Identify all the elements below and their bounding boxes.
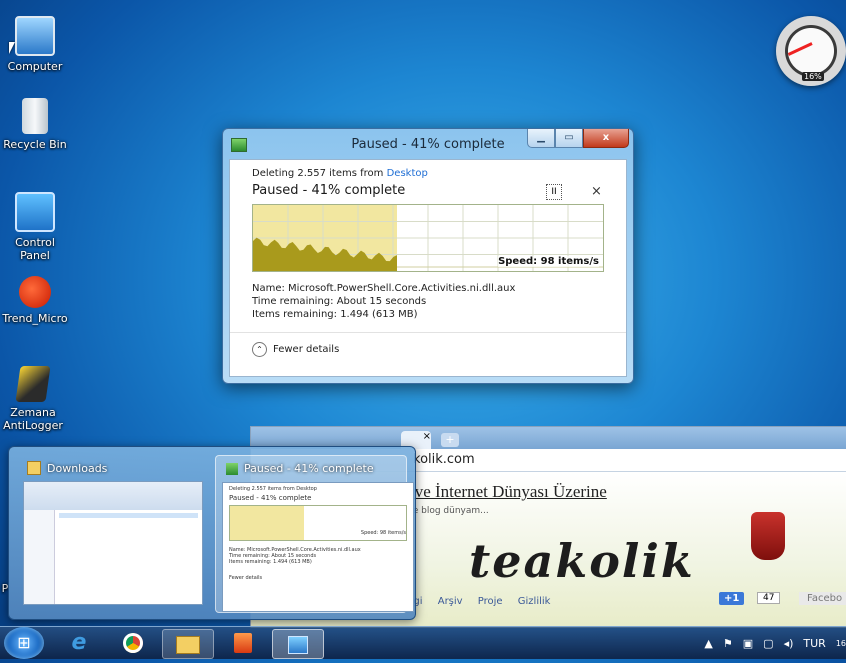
speed-label: Speed: 98 items/s — [498, 256, 599, 267]
new-tab-button[interactable]: + — [441, 433, 459, 447]
desktop-icon-recycle-bin[interactable]: Recycle Bin — [0, 98, 70, 151]
zemana-icon — [15, 366, 51, 402]
google-plus-one-button[interactable]: +1 — [719, 592, 745, 605]
plus-one-count: 47 — [757, 592, 781, 604]
cancel-operation-button[interactable]: × — [591, 184, 602, 199]
file-list-preview — [55, 510, 202, 604]
source-link[interactable]: Desktop — [387, 168, 428, 179]
details-block: Name: Microsoft.PowerShell.Core.Activiti… — [252, 282, 515, 321]
taskbar-chrome[interactable] — [108, 629, 158, 657]
trend-micro-icon — [234, 633, 252, 653]
file-name-line: Name: Microsoft.PowerShell.Core.Activiti… — [252, 283, 516, 294]
dialog-titlebar[interactable]: Paused - 41% complete ▁ ▭ x — [223, 129, 633, 159]
desktop-icon-control-panel[interactable]: Control Panel — [0, 188, 70, 262]
maximize-button[interactable]: ▭ — [555, 129, 583, 148]
action-center-flag-icon[interactable]: ⚑ — [723, 637, 733, 650]
speed-graph: Speed: 98 items/s — [252, 204, 604, 272]
site-logo[interactable]: teakolik — [469, 534, 695, 588]
clock[interactable]: 16 — [836, 639, 846, 648]
divider — [230, 332, 626, 333]
ribbon-preview — [24, 482, 202, 510]
items-remaining-line: Items remaining: 1.494 (613 MB) — [252, 309, 418, 320]
fewer-details-label: Fewer details — [273, 344, 340, 355]
site-nav: Bilgi Arşiv Proje Gizlilik — [401, 596, 562, 607]
show-hidden-icons-chevron-icon[interactable]: ▲ — [704, 637, 712, 650]
desktop-icon-trend-micro[interactable]: Trend_Micro — [0, 276, 70, 325]
folder-icon — [176, 636, 200, 654]
windows-logo-icon: ⊞ — [17, 633, 31, 652]
mini-items: Items remaining: 1.494 (613 MB) — [229, 559, 312, 565]
chevron-up-icon: ⌃ — [252, 342, 267, 357]
internet-explorer-icon: e — [71, 630, 87, 655]
thumbnail-label: Downloads — [47, 461, 108, 475]
taskbar: ⊞ e ▲ ⚑ ▣ ▢ ◂) TUR 16 — [0, 626, 846, 659]
trend-micro-icon — [19, 276, 51, 308]
taskbar-explorer[interactable] — [162, 629, 214, 659]
list-item — [59, 513, 198, 518]
thumbnail-title: Downloads — [27, 461, 107, 475]
fewer-details-button[interactable]: ⌃ Fewer details — [252, 342, 339, 357]
taskbar-trend-micro[interactable] — [218, 629, 268, 657]
tab-close-icon[interactable]: × — [423, 431, 431, 442]
desktop-icon-label: Recycle Bin — [3, 138, 67, 151]
pause-resume-button[interactable]: II — [546, 184, 562, 200]
nav-link[interactable]: Arşiv — [438, 596, 463, 607]
mini-speed: Speed: 98 items/s — [360, 530, 406, 536]
list-item — [59, 521, 198, 526]
thumbnail-title: Paused - 41% complete — [226, 462, 374, 475]
explorer-preview — [23, 481, 203, 605]
nav-pane-preview — [24, 510, 55, 604]
file-operation-icon — [226, 462, 238, 475]
progress-preview: Deleting 2.557 items from Desktop Paused… — [222, 482, 414, 612]
volume-icon[interactable]: ◂) — [784, 637, 794, 650]
operation-status: Paused - 41% complete — [252, 183, 406, 198]
desktop-icon-label: Zemana AntiLogger — [3, 406, 63, 432]
deleting-text: Deleting 2.557 items from — [252, 168, 384, 179]
desktop-icon-label: Control Panel — [15, 236, 55, 262]
facebook-button[interactable]: Facebo — [799, 592, 846, 605]
taskbar-thumbnail-preview: Downloads Paused - 41% complete Deleting… — [8, 446, 416, 620]
desktop-icon-label: Computer — [7, 60, 63, 73]
mini-status: Paused - 41% complete — [229, 494, 312, 502]
computer-icon — [15, 16, 55, 56]
folder-icon — [27, 461, 41, 475]
tea-glass-image — [751, 512, 785, 560]
taskbar-progress-window[interactable] — [272, 629, 324, 659]
mini-graph: Speed: 98 items/s — [229, 505, 407, 541]
taskbar-internet-explorer[interactable]: e — [54, 629, 104, 657]
delete-progress-dialog[interactable]: Paused - 41% complete ▁ ▭ x Deleting 2.5… — [222, 128, 634, 384]
gauge-needle — [787, 42, 813, 56]
time-remaining-line: Time remaining: About 15 seconds — [252, 296, 427, 307]
thumbnail-downloads[interactable]: Downloads — [17, 455, 207, 611]
nav-link[interactable]: Proje — [478, 596, 503, 607]
chrome-icon — [123, 633, 143, 653]
system-tray: ▲ ⚑ ▣ ▢ ◂) TUR 16 — [704, 627, 846, 659]
cpu-gauge-gadget[interactable]: 16% — [776, 16, 846, 86]
dialog-body: Deleting 2.557 items from Desktop Paused… — [229, 159, 627, 377]
start-button[interactable]: ⊞ — [4, 627, 44, 659]
thumbnail-label: Paused - 41% complete — [244, 462, 374, 475]
desktop-icon-zemana[interactable]: Zemana AntiLogger — [0, 366, 66, 432]
network-icon[interactable]: ▣ — [743, 637, 753, 650]
control-panel-icon — [288, 636, 308, 654]
recycle-bin-icon — [22, 98, 48, 134]
minimize-button[interactable]: ▁ — [527, 129, 555, 148]
desktop-icon-computer[interactable]: Computer — [0, 10, 70, 73]
desktop-icon-label: Trend_Micro — [2, 312, 68, 325]
control-panel-icon — [15, 192, 55, 232]
display-icon[interactable]: ▢ — [763, 637, 773, 650]
gauge-percent: 16% — [802, 72, 824, 81]
nav-link[interactable]: Gizlilik — [518, 596, 551, 607]
thumbnail-progress[interactable]: Paused - 41% complete Deleting 2.557 ite… — [215, 455, 414, 613]
mini-fewer: Fewer details — [229, 575, 263, 581]
language-indicator[interactable]: TUR — [803, 637, 825, 650]
site-headline[interactable]: ji ve İnternet Dünyası Üzerine — [401, 482, 607, 502]
mini-deleting: Deleting 2.557 items from Desktop — [229, 486, 317, 492]
close-button[interactable]: x — [583, 129, 629, 148]
deleting-summary: Deleting 2.557 items from Desktop — [252, 168, 428, 179]
